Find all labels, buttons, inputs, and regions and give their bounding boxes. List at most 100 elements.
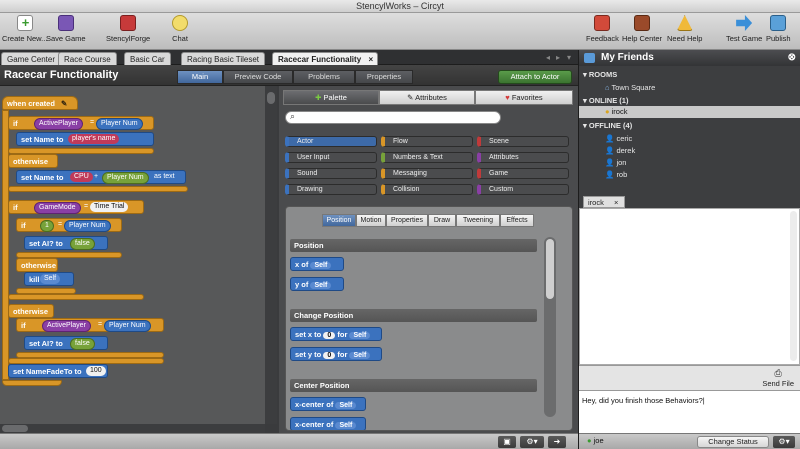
- chat-tab-irock[interactable]: irock ×: [583, 196, 625, 208]
- block-palette: ✚ Palette ✎ Attributes ♥ Favorites ⌕ Act…: [279, 86, 578, 433]
- friend-irock[interactable]: ● irock: [579, 106, 800, 118]
- room-town-square[interactable]: ⌂ Town Square: [605, 83, 655, 92]
- category-attributes[interactable]: Attributes: [477, 152, 569, 163]
- subtab-properties[interactable]: Properties: [386, 214, 428, 227]
- publish-button[interactable]: Publish: [766, 15, 791, 43]
- section-center-position: Center Position: [290, 379, 537, 392]
- tab-prev-icon[interactable]: ◂: [546, 53, 550, 62]
- tab-favorites[interactable]: ♥ Favorites: [475, 90, 573, 105]
- category-numbers-text[interactable]: Numbers & Text: [381, 152, 473, 163]
- tab-properties[interactable]: Properties: [355, 70, 413, 84]
- close-icon[interactable]: ×: [614, 198, 618, 207]
- activeplayer-var[interactable]: ActivePlayer: [34, 118, 83, 130]
- category-collision[interactable]: Collision: [381, 184, 473, 195]
- subtab-motion[interactable]: Motion: [356, 214, 386, 227]
- tab-main[interactable]: Main: [177, 70, 223, 84]
- category-drawing[interactable]: Drawing: [285, 184, 377, 195]
- room-icon: ⌂: [605, 83, 610, 92]
- feedback-button[interactable]: Feedback: [586, 15, 619, 43]
- rooms-group[interactable]: ▾ ROOMS: [583, 70, 617, 79]
- canvas-vertical-scrollbar[interactable]: [265, 86, 277, 424]
- subtab-position[interactable]: Position: [322, 214, 356, 227]
- subtab-effects[interactable]: Effects: [500, 214, 534, 227]
- stencylforge-button[interactable]: StencylForge: [106, 15, 150, 43]
- friend-rob[interactable]: 👤 rob: [605, 170, 627, 179]
- players-name-value[interactable]: player's name: [68, 134, 120, 144]
- tab-race-course[interactable]: Race Course: [58, 52, 117, 65]
- player-num-var[interactable]: Player Num: [96, 118, 143, 130]
- chat-message-input[interactable]: Hey, did you finish those Behaviors?|: [579, 390, 800, 433]
- create-new-button[interactable]: + Create New...: [2, 15, 47, 43]
- friends-title: My Friends ⊗: [579, 50, 800, 66]
- save-icon: [57, 15, 74, 31]
- category-sound[interactable]: Sound: [285, 168, 377, 179]
- settings-menu-button[interactable]: ⚙▾: [520, 436, 544, 448]
- category-game[interactable]: Game: [477, 168, 569, 179]
- tab-attributes[interactable]: ✎ Attributes: [379, 90, 475, 105]
- tab-preview-code[interactable]: Preview Code: [223, 70, 293, 84]
- friend-ceric[interactable]: 👤 ceric: [605, 134, 632, 143]
- offline-group[interactable]: ▾ OFFLINE (4): [583, 121, 632, 130]
- user-icon: 👤: [605, 146, 615, 155]
- tab-problems[interactable]: Problems: [293, 70, 355, 84]
- tab-game-center[interactable]: Game Center: [1, 52, 62, 65]
- x-center-of-block-2[interactable]: x-center of Self: [290, 417, 366, 430]
- category-custom[interactable]: Custom: [477, 184, 569, 195]
- chat-history[interactable]: [579, 208, 800, 365]
- x-of-block[interactable]: x of Self: [290, 257, 344, 271]
- chat-button[interactable]: Chat: [172, 15, 188, 43]
- need-help-button[interactable]: Need Help: [667, 15, 702, 43]
- close-icon[interactable]: ⊗: [788, 50, 796, 66]
- image-button[interactable]: ▣: [498, 436, 516, 448]
- category-user-input[interactable]: User Input: [285, 152, 377, 163]
- set-x-block[interactable]: set x to 0 for Self: [290, 327, 382, 341]
- block-search-input[interactable]: ⌕: [285, 111, 501, 124]
- tab-next-icon[interactable]: ▸: [556, 53, 560, 62]
- chat-scrollbar[interactable]: [790, 211, 797, 361]
- page-title: Racecar Functionality: [4, 69, 119, 81]
- test-game-button[interactable]: Test Game: [726, 15, 762, 43]
- main-toolbar: + Create New... Save Game StencylForge C…: [0, 13, 800, 50]
- behavior-canvas[interactable]: when created ✎ if ActivePlayer = Player …: [0, 86, 265, 424]
- friend-derek[interactable]: 👤 derek: [605, 146, 635, 155]
- send-file-bar: ⎙ Send File: [579, 365, 800, 390]
- tab-racing-basic-tileset[interactable]: Racing Basic Tileset: [181, 52, 266, 65]
- online-group[interactable]: ▾ ONLINE (1): [583, 96, 628, 105]
- image-icon: ▣: [503, 437, 511, 446]
- otherwise-block[interactable]: otherwise: [8, 154, 58, 168]
- subtab-tweening[interactable]: Tweening: [456, 214, 500, 227]
- tab-palette[interactable]: ✚ Palette: [283, 90, 379, 105]
- category-scene[interactable]: Scene: [477, 136, 569, 147]
- send-file-button[interactable]: ⎙ Send File: [762, 368, 794, 388]
- canvas-horizontal-scrollbar[interactable]: [0, 424, 265, 433]
- export-button[interactable]: ➜: [548, 436, 566, 448]
- subtab-draw[interactable]: Draw: [428, 214, 456, 227]
- edit-pencil-icon[interactable]: ✎: [61, 99, 67, 108]
- x-center-of-block[interactable]: x-center of Self: [290, 397, 366, 411]
- category-flow[interactable]: Flow: [381, 136, 473, 147]
- attach-to-actor-button[interactable]: Attach to Actor: [498, 70, 572, 84]
- section-change-position: Change Position: [290, 309, 537, 322]
- chat-settings-button[interactable]: ⚙▾: [773, 436, 795, 448]
- save-game-button[interactable]: Save Game: [46, 15, 86, 43]
- otherwise-block-3[interactable]: otherwise: [8, 304, 54, 318]
- set-ai-block-2[interactable]: set AI? to: [24, 336, 108, 350]
- help-center-button[interactable]: Help Center: [622, 15, 662, 43]
- tab-list-icon[interactable]: ▾: [567, 53, 571, 62]
- set-y-block[interactable]: set y to 0 for Self: [290, 347, 382, 361]
- when-created-end: [2, 380, 62, 386]
- when-created-block[interactable]: when created ✎: [2, 96, 78, 110]
- tab-basic-car[interactable]: Basic Car: [124, 52, 171, 65]
- tab-racecar-functionality[interactable]: Racecar Functionality ×: [272, 52, 379, 65]
- online-status-icon: ●: [605, 107, 610, 116]
- otherwise-block-2[interactable]: otherwise: [16, 258, 58, 272]
- search-icon: ⌕: [290, 111, 296, 121]
- category-messaging[interactable]: Messaging: [381, 168, 473, 179]
- set-ai-block[interactable]: set AI? to: [24, 236, 108, 250]
- friend-jon[interactable]: 👤 jon: [605, 158, 626, 167]
- y-of-block[interactable]: y of Self: [290, 277, 344, 291]
- change-status-button[interactable]: Change Status: [697, 436, 769, 448]
- palette-scrollbar[interactable]: [544, 237, 556, 417]
- category-actor[interactable]: Actor: [285, 136, 377, 147]
- section-position: Position: [290, 239, 537, 252]
